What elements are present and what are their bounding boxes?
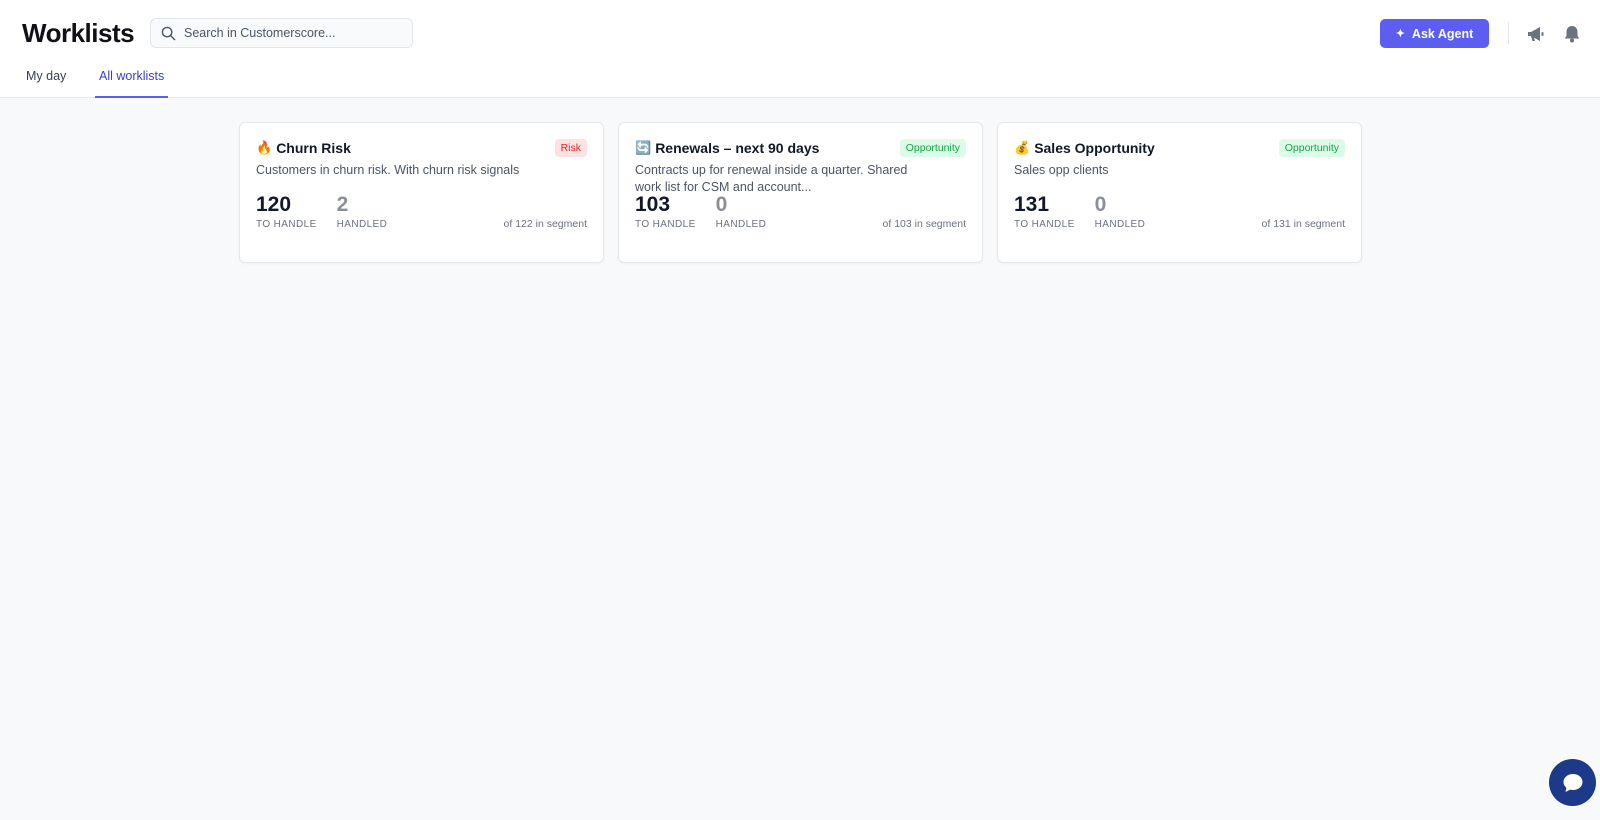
segment-total: of 103 in segment xyxy=(882,218,966,230)
card-stats: 120 TO HANDLE 2 HANDLED xyxy=(256,193,388,231)
card-description: Sales opp clients xyxy=(1014,163,1109,177)
fire-icon: 🔥 xyxy=(256,140,273,155)
handled-count: 0 xyxy=(715,193,728,216)
chat-launcher-button[interactable] xyxy=(1549,759,1596,806)
card-stats: 103 TO HANDLE 0 HANDLED xyxy=(635,193,767,231)
top-bar: Worklists My day All worklists ✦ Ask Age… xyxy=(0,0,1600,98)
card-title-text: Sales Opportunity xyxy=(1034,140,1155,156)
chat-bubble-icon xyxy=(1563,773,1582,792)
money-bag-icon: 💰 xyxy=(1014,140,1031,155)
to-handle-count: 120 xyxy=(256,193,292,216)
to-handle-stat: 131 TO HANDLE xyxy=(1014,193,1075,231)
card-description: Customers in churn risk. With churn risk… xyxy=(256,163,520,177)
ask-agent-label: Ask Agent xyxy=(1411,26,1474,41)
handled-stat: 0 HANDLED xyxy=(1094,193,1146,231)
to-handle-label: TO HANDLE xyxy=(1014,219,1075,230)
handled-label: HANDLED xyxy=(336,219,388,230)
search-icon xyxy=(161,26,176,40)
status-badge: Risk xyxy=(554,139,587,157)
handled-stat: 2 HANDLED xyxy=(336,193,388,231)
segment-total: of 131 in segment xyxy=(1261,218,1345,230)
tab-all-worklists[interactable]: All worklists xyxy=(94,60,169,98)
segment-total: of 122 in segment xyxy=(503,218,587,230)
refresh-icon: 🔄 xyxy=(635,140,652,155)
worklist-card-renewals[interactable]: 🔄 Renewals – next 90 days Opportunity Co… xyxy=(618,122,983,263)
card-stats: 131 TO HANDLE 0 HANDLED xyxy=(1014,193,1146,231)
card-title-text: Churn Risk xyxy=(276,140,351,156)
card-title: 🔥 Churn Risk xyxy=(256,139,587,157)
page-title: Worklists xyxy=(22,18,135,48)
card-title-text: Renewals – next 90 days xyxy=(655,140,820,156)
handled-label: HANDLED xyxy=(1094,219,1146,230)
megaphone-icon[interactable] xyxy=(1525,23,1547,45)
to-handle-stat: 103 TO HANDLE xyxy=(635,193,696,231)
to-handle-stat: 120 TO HANDLE xyxy=(256,193,317,231)
worklist-card-sales-opportunity[interactable]: 💰 Sales Opportunity Opportunity Sales op… xyxy=(997,122,1362,263)
status-badge: Opportunity xyxy=(899,139,966,157)
to-handle-label: TO HANDLE xyxy=(635,219,696,230)
to-handle-label: TO HANDLE xyxy=(256,219,317,230)
worklist-card-churn-risk[interactable]: 🔥 Churn Risk Risk Customers in churn ris… xyxy=(239,122,604,263)
status-badge: Opportunity xyxy=(1278,139,1345,157)
to-handle-count: 103 xyxy=(635,193,671,216)
ask-agent-button[interactable]: ✦ Ask Agent xyxy=(1380,19,1489,48)
tab-my-day[interactable]: My day xyxy=(26,60,66,98)
search-input[interactable] xyxy=(184,26,404,40)
handled-count: 0 xyxy=(1094,193,1107,216)
handled-label: HANDLED xyxy=(715,219,767,230)
header-divider xyxy=(1508,22,1509,44)
card-description: Contracts up for renewal inside a quarte… xyxy=(635,163,908,194)
sparkle-icon: ✦ xyxy=(1395,28,1405,40)
search-box[interactable] xyxy=(150,18,413,48)
handled-count: 2 xyxy=(336,193,349,216)
handled-stat: 0 HANDLED xyxy=(715,193,767,231)
bell-icon[interactable] xyxy=(1561,23,1583,45)
to-handle-count: 131 xyxy=(1014,193,1050,216)
